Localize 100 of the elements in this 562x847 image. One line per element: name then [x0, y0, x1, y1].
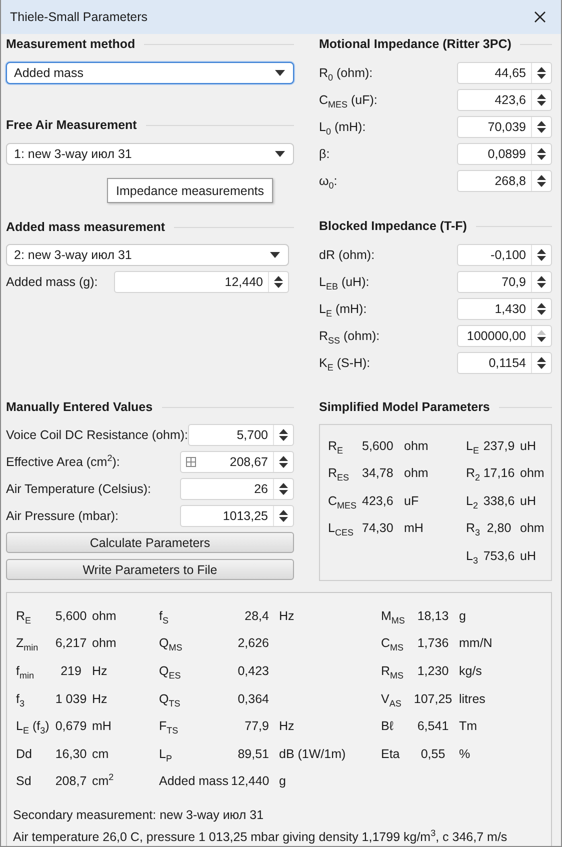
parameter-unit: Hz: [278, 608, 296, 623]
field-label: β:: [319, 147, 330, 161]
spin-box[interactable]: 423,6: [457, 89, 552, 111]
close-icon[interactable]: [534, 11, 546, 23]
spin-box[interactable]: 208,67: [180, 451, 294, 473]
spin-arrows-icon[interactable]: [279, 510, 288, 522]
parameter-unit: uH: [519, 494, 537, 508]
summary-text: Secondary measurement: new 3-way июл 31: [13, 807, 265, 824]
spin-arrows-icon[interactable]: [537, 276, 546, 288]
parameter-symbol: Q$_{TS}$: [159, 692, 182, 706]
parameter-unit: ohm: [403, 466, 430, 480]
parameter-unit: ohm: [519, 521, 546, 536]
push-button[interactable]: Write Parameters to File: [6, 559, 294, 580]
spin-arrows-icon[interactable]: [537, 175, 546, 187]
spin-box[interactable]: 0,1154: [457, 352, 552, 374]
spin-arrows-icon[interactable]: [279, 483, 288, 495]
calculator-icon[interactable]: [186, 457, 196, 467]
spin-arrows-icon[interactable]: [537, 67, 546, 79]
caret-icon: [275, 70, 285, 76]
parameter-value: 12,440: [231, 774, 269, 788]
spin-box[interactable]: 44,65: [457, 62, 552, 84]
spin-box[interactable]: 70,039: [457, 116, 552, 138]
parameter-unit: ohm: [91, 608, 118, 623]
spin-arrows-icon[interactable]: [274, 276, 283, 288]
spin-box[interactable]: 12,440: [114, 271, 289, 293]
parameter-unit: litres: [458, 692, 486, 706]
window-title: Thiele-Small Parameters: [10, 10, 148, 24]
parameter-symbol: V$_{AS}$: [381, 692, 402, 706]
field-label: R$_{0}$ (ohm):: [319, 66, 373, 80]
parameter-unit: ohm: [519, 466, 546, 480]
parameter-unit: Hz: [91, 664, 108, 678]
spin-arrows-icon[interactable]: [537, 94, 546, 106]
spin-box[interactable]: 5,700: [188, 424, 294, 446]
spin-box[interactable]: 268,8: [457, 170, 552, 192]
parameter-symbol: f$_{S}$: [159, 608, 170, 623]
parameter-value: 18,13: [416, 608, 450, 623]
parameter-value: 0,679: [54, 719, 88, 734]
spin-arrows-icon[interactable]: [537, 121, 546, 133]
spin-arrows-icon[interactable]: [537, 330, 546, 342]
parameter-value: 208,7: [54, 774, 88, 788]
field-label: Added mass (g):: [6, 275, 98, 289]
field-label: Voice Coil DC Resistance (ohm):: [6, 428, 188, 442]
spin-box[interactable]: 70,9: [457, 271, 552, 293]
parameter-symbol: Dd: [16, 746, 33, 761]
spin-box[interactable]: 1,430: [457, 298, 552, 320]
parameter-value: 89,51: [236, 746, 269, 761]
parameter-value: 2,626: [236, 636, 269, 650]
parameter-value: 17,16: [482, 466, 516, 480]
dropdown[interactable]: 2: new 3-way июл 31: [6, 244, 289, 266]
parameter-symbol: L$_{P}$: [159, 746, 173, 761]
field-label: Air Temperature (Celsius):: [6, 482, 151, 496]
spin-box[interactable]: 0,0899: [457, 143, 552, 165]
parameter-symbol: Z$_{min}$: [16, 636, 40, 650]
parameter-symbol: F$_{TS}$: [159, 719, 180, 734]
parameter-symbol: R$_{E}$: [16, 608, 32, 623]
spin-arrows-icon[interactable]: [537, 303, 546, 315]
spin-arrows-icon[interactable]: [279, 429, 288, 441]
parameter-unit: mH: [403, 521, 424, 536]
push-button[interactable]: Calculate Parameters: [6, 532, 294, 553]
parameter-unit: g: [458, 608, 467, 623]
parameter-value: 34,78: [362, 466, 394, 480]
parameter-unit: uF: [403, 494, 420, 508]
parameter-unit: ohm: [91, 636, 118, 650]
section-heading: Added mass measurement: [6, 220, 166, 234]
parameter-unit: cm$^{2}$: [91, 774, 115, 788]
spin-arrows-icon[interactable]: [537, 249, 546, 261]
parameter-unit: %: [458, 746, 472, 761]
parameter-symbol: L$_{CES}$: [328, 521, 354, 536]
parameter-value: 219: [60, 664, 82, 678]
parameter-unit: dB (1W/1m): [278, 746, 347, 761]
parameter-value: 5,600: [362, 438, 394, 453]
parameter-unit: Hz: [278, 719, 296, 734]
field-label: dR (ohm):: [319, 248, 375, 262]
parameter-symbol: R$_{E}$: [328, 438, 344, 453]
parameter-unit: g: [278, 774, 287, 788]
parameter-value: 74,30: [362, 521, 394, 536]
parameter-symbol: R$_{ES}$: [328, 466, 350, 480]
spin-box[interactable]: 100000,00: [457, 325, 552, 347]
dropdown[interactable]: 1: new 3-way июл 31: [6, 143, 294, 165]
parameter-symbol: Bℓ: [381, 719, 394, 734]
parameter-unit: mH: [91, 719, 112, 734]
section-heading: Manually Entered Values: [6, 400, 153, 414]
dropdown[interactable]: Added mass: [6, 62, 294, 84]
parameter-unit: uH: [519, 548, 537, 563]
parameter-symbol: R$_{MS}$: [381, 664, 405, 678]
spin-arrows-icon[interactable]: [537, 357, 546, 369]
parameter-unit: uH: [519, 438, 537, 453]
spin-box[interactable]: -0,100: [457, 244, 552, 266]
parameter-value: 5,600: [54, 608, 88, 623]
parameter-value: 1,230: [416, 664, 450, 678]
parameter-symbol: L$_{2}$: [466, 494, 479, 508]
field-label: C$_{MES}$ (uF):: [319, 93, 378, 107]
impedance-button[interactable]: Impedance measurements: [107, 178, 273, 203]
parameter-symbol: C$_{MS}$: [381, 636, 405, 650]
parameter-symbol: f$_{min}$: [16, 664, 35, 678]
spin-arrows-icon[interactable]: [279, 456, 288, 468]
spin-box[interactable]: 26: [180, 478, 294, 500]
section-heading: Simplified Model Parameters: [319, 400, 490, 414]
spin-arrows-icon[interactable]: [537, 148, 546, 160]
spin-box[interactable]: 1013,25: [180, 505, 294, 527]
